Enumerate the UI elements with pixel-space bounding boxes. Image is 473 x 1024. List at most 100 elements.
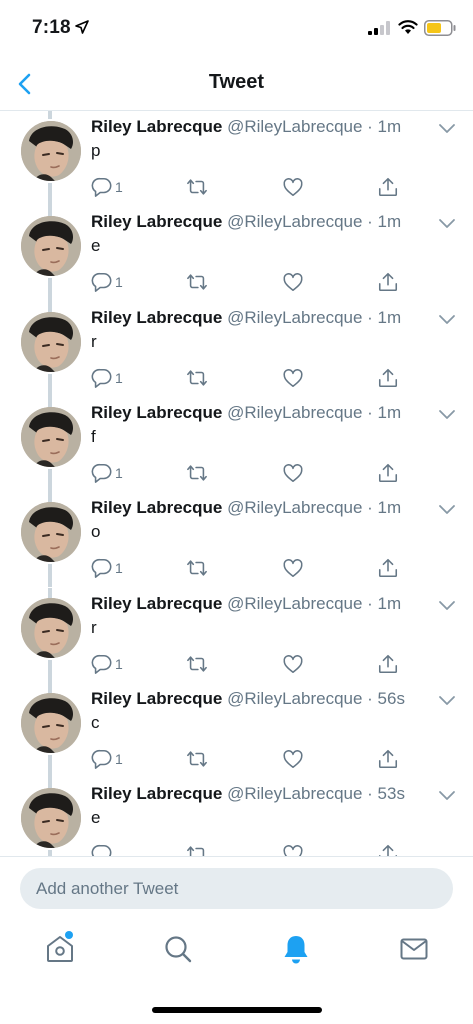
notifications-bell-icon	[284, 936, 308, 964]
thread-connector-line	[48, 682, 52, 693]
retweet-button[interactable]	[186, 461, 208, 485]
add-tweet-placeholder: Add another Tweet	[36, 878, 179, 898]
reply-icon	[91, 559, 112, 579]
like-button[interactable]	[282, 747, 304, 771]
retweet-button[interactable]	[186, 652, 208, 676]
reply-icon	[91, 654, 112, 674]
retweet-icon	[187, 369, 207, 386]
like-button[interactable]	[282, 842, 304, 856]
tweet-author-name[interactable]: Riley Labrecque	[91, 784, 222, 803]
avatar[interactable]	[21, 597, 81, 658]
tweet[interactable]: Riley Labrecque @RileyLabrecque · 1m r 1	[0, 587, 473, 683]
share-button[interactable]	[377, 461, 399, 485]
retweet-icon	[187, 274, 207, 290]
tweet-author-name[interactable]: Riley Labrecque	[91, 117, 222, 136]
like-button[interactable]	[282, 270, 304, 294]
tab-notifications[interactable]	[279, 932, 313, 966]
share-button[interactable]	[377, 270, 399, 294]
thread-connector-line	[48, 778, 52, 789]
like-button[interactable]	[282, 175, 304, 199]
retweet-button[interactable]	[186, 366, 208, 390]
thread-connector-line	[48, 396, 52, 407]
tweet-author-name[interactable]: Riley Labrecque	[91, 498, 222, 517]
share-button[interactable]	[377, 842, 399, 856]
reply-count: 1	[115, 750, 123, 767]
reply-icon	[91, 845, 112, 856]
like-button[interactable]	[282, 461, 304, 485]
tweet-actions: 1	[0, 556, 473, 580]
status-bar: 7:18	[0, 0, 473, 56]
tweet-handle-timestamp: @RileyLabrecque · 1m	[227, 402, 402, 422]
avatar[interactable]	[21, 121, 81, 181]
tweet-actions: 1	[0, 175, 473, 199]
avatar[interactable]	[21, 406, 81, 467]
share-icon	[378, 463, 398, 482]
tweet-header: Riley Labrecque @RileyLabrecque · 1m	[91, 498, 401, 518]
tab-messages[interactable]	[397, 932, 431, 966]
tweet-header: Riley Labrecque @RileyLabrecque · 53s	[91, 784, 405, 804]
reply-button[interactable]: 1	[91, 747, 123, 771]
reply-button[interactable]: 1	[91, 366, 123, 390]
avatar[interactable]	[21, 216, 81, 277]
location-arrow-icon	[75, 20, 89, 34]
like-button[interactable]	[282, 652, 304, 676]
share-icon	[378, 559, 398, 578]
reply-button[interactable]: 1	[91, 652, 123, 676]
home-indicator[interactable]	[152, 1007, 322, 1013]
tweet[interactable]: Riley Labrecque @RileyLabrecque · 1m o 1	[0, 492, 473, 588]
retweet-icon	[187, 560, 207, 576]
reply-button[interactable]	[91, 842, 115, 856]
tweet-thread[interactable]: Riley Labrecque @RileyLabrecque · 1m p 1	[0, 111, 473, 856]
avatar[interactable]	[21, 788, 81, 849]
add-tweet-input[interactable]: Add another Tweet	[20, 868, 453, 909]
tweet[interactable]: Riley Labrecque @RileyLabrecque · 53s e	[0, 778, 473, 856]
avatar[interactable]	[21, 692, 81, 753]
tweet-author-name[interactable]: Riley Labrecque	[91, 594, 222, 613]
reply-button[interactable]: 1	[91, 556, 123, 580]
like-button[interactable]	[282, 556, 304, 580]
share-button[interactable]	[377, 652, 399, 676]
share-button[interactable]	[377, 175, 399, 199]
avatar[interactable]	[21, 502, 81, 563]
chevron-down-icon[interactable]	[438, 312, 456, 326]
share-button[interactable]	[377, 556, 399, 580]
share-button[interactable]	[377, 747, 399, 771]
chevron-down-icon[interactable]	[438, 407, 456, 421]
tweet-handle-timestamp: @RileyLabrecque · 53s	[227, 784, 405, 804]
tweet-author-name[interactable]: Riley Labrecque	[91, 403, 222, 422]
chevron-down-icon[interactable]	[438, 502, 456, 516]
share-button[interactable]	[377, 366, 399, 390]
chevron-down-icon[interactable]	[438, 788, 456, 802]
tweet[interactable]: Riley Labrecque @RileyLabrecque · 1m r 1	[0, 301, 473, 397]
tweet[interactable]: Riley Labrecque @RileyLabrecque · 56s c …	[0, 682, 473, 779]
reply-button[interactable]: 1	[91, 270, 123, 294]
reply-button[interactable]: 1	[91, 175, 123, 199]
retweet-button[interactable]	[186, 842, 208, 856]
tweet-handle-timestamp: @RileyLabrecque · 1m	[227, 307, 402, 327]
retweet-button[interactable]	[186, 270, 208, 294]
tab-search[interactable]	[161, 932, 195, 966]
thread-connector-line	[48, 206, 52, 217]
chevron-down-icon[interactable]	[438, 216, 456, 230]
thread-connector-line	[48, 468, 52, 493]
reply-button[interactable]: 1	[91, 461, 123, 485]
avatar-portrait	[21, 311, 81, 372]
chevron-down-icon[interactable]	[438, 693, 456, 707]
like-button[interactable]	[282, 366, 304, 390]
tweet[interactable]: Riley Labrecque @RileyLabrecque · 1m e 1	[0, 206, 473, 302]
avatar[interactable]	[21, 311, 81, 372]
chevron-down-icon[interactable]	[438, 121, 456, 135]
thread-connector-line	[48, 754, 52, 779]
tweet[interactable]: Riley Labrecque @RileyLabrecque · 1m f 1	[0, 396, 473, 493]
tweet[interactable]: Riley Labrecque @RileyLabrecque · 1m p 1	[0, 111, 473, 207]
thread-connector-line	[48, 492, 52, 503]
retweet-button[interactable]	[186, 175, 208, 199]
like-icon	[283, 273, 303, 292]
tweet-author-name[interactable]: Riley Labrecque	[91, 689, 222, 708]
tweet-author-name[interactable]: Riley Labrecque	[91, 212, 222, 231]
tweet-handle-timestamp: @RileyLabrecque · 1m	[227, 593, 402, 613]
tweet-author-name[interactable]: Riley Labrecque	[91, 308, 222, 327]
retweet-button[interactable]	[186, 556, 208, 580]
chevron-down-icon[interactable]	[438, 598, 456, 612]
retweet-button[interactable]	[186, 747, 208, 771]
